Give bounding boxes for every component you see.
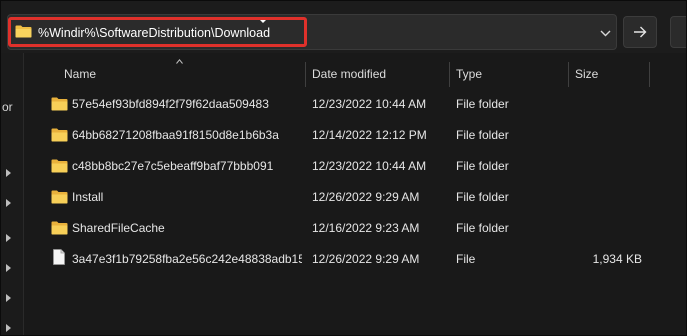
file-size — [571, 151, 642, 182]
column-divider[interactable] — [449, 62, 450, 87]
file-list: Name Date modified Type Size 57e54ef93bf… — [31, 53, 686, 335]
nav-partial-label: or — [2, 100, 13, 114]
file-name: Install — [72, 190, 104, 204]
address-bar-row: %Windir%\SoftwareDistribution\Download — [1, 1, 686, 53]
file-explorer-window: %Windir%\SoftwareDistribution\Download o… — [0, 0, 687, 336]
file-row[interactable]: Install 12/26/2022 9:29 AM File folder — [31, 182, 686, 213]
column-header-name[interactable]: Name — [64, 61, 304, 87]
file-type: File folder — [456, 97, 509, 111]
file-type: File folder — [456, 159, 509, 173]
file-date-modified: 12/26/2022 9:29 AM — [312, 190, 420, 204]
folder-icon — [15, 25, 32, 38]
file-size — [571, 89, 642, 120]
file-name: 57e54ef93bfd894f2f79f62daa509483 — [72, 97, 269, 111]
file-row[interactable]: SharedFileCache 12/16/2022 9:23 AM File … — [31, 213, 686, 244]
folder-icon — [51, 128, 68, 142]
file-row[interactable]: c48bb8bc27e7c5ebeaff9baf77bbb091 12/23/2… — [31, 151, 686, 182]
file-type: File folder — [456, 128, 509, 142]
column-divider[interactable] — [649, 62, 650, 87]
search-box[interactable] — [670, 16, 686, 48]
file-date-modified: 12/14/2022 12:12 PM — [312, 128, 427, 142]
file-name: c48bb8bc27e7c5ebeaff9baf77bbb091 — [72, 159, 274, 173]
cursor-caret-icon — [259, 19, 267, 23]
file-size: 1,934 KB — [592, 252, 642, 266]
folder-icon — [51, 159, 68, 173]
arrow-right-icon — [634, 26, 647, 38]
column-divider[interactable] — [305, 62, 306, 87]
file-name: SharedFileCache — [72, 221, 165, 235]
column-header-size[interactable]: Size — [575, 61, 635, 87]
nav-expand-chevron-icon[interactable] — [6, 264, 11, 272]
file-name: 3a47e3f1b79258fba2e56c242e48838adb15... — [72, 252, 302, 266]
file-date-modified: 12/16/2022 9:23 AM — [312, 221, 420, 235]
file-size — [571, 182, 642, 213]
navigation-pane: or — [1, 53, 24, 335]
column-divider[interactable] — [568, 62, 569, 87]
folder-icon — [51, 221, 68, 235]
go-button[interactable] — [623, 16, 657, 48]
column-header-type[interactable]: Type — [456, 61, 561, 87]
nav-expand-chevron-icon[interactable] — [6, 234, 11, 242]
address-path-text[interactable]: %Windir%\SoftwareDistribution\Download — [38, 25, 270, 41]
nav-expand-chevron-icon[interactable] — [6, 324, 11, 332]
file-date-modified: 12/23/2022 10:44 AM — [312, 97, 427, 111]
file-size — [571, 213, 642, 244]
file-type: File — [456, 252, 476, 266]
file-type: File folder — [456, 190, 509, 204]
file-name: 64bb68271208fbaa91f8150d8e1b6b3a — [72, 128, 279, 142]
column-header-date-modified[interactable]: Date modified — [312, 61, 442, 87]
file-size — [571, 120, 642, 151]
nav-expand-chevron-icon[interactable] — [6, 169, 11, 177]
chevron-down-icon[interactable] — [590, 18, 620, 48]
file-date-modified: 12/23/2022 10:44 AM — [312, 159, 427, 173]
folder-icon — [51, 190, 68, 204]
file-row[interactable]: 64bb68271208fbaa91f8150d8e1b6b3a 12/14/2… — [31, 120, 686, 151]
file-date-modified: 12/26/2022 9:29 AM — [312, 252, 420, 266]
file-type: File folder — [456, 221, 509, 235]
file-row[interactable]: 57e54ef93bfd894f2f79f62daa509483 12/23/2… — [31, 89, 686, 120]
folder-icon — [51, 97, 68, 111]
nav-expand-chevron-icon[interactable] — [6, 294, 11, 302]
file-row[interactable]: 3a47e3f1b79258fba2e56c242e48838adb15... … — [31, 244, 686, 275]
nav-expand-chevron-icon[interactable] — [6, 199, 11, 207]
file-icon — [53, 249, 65, 265]
